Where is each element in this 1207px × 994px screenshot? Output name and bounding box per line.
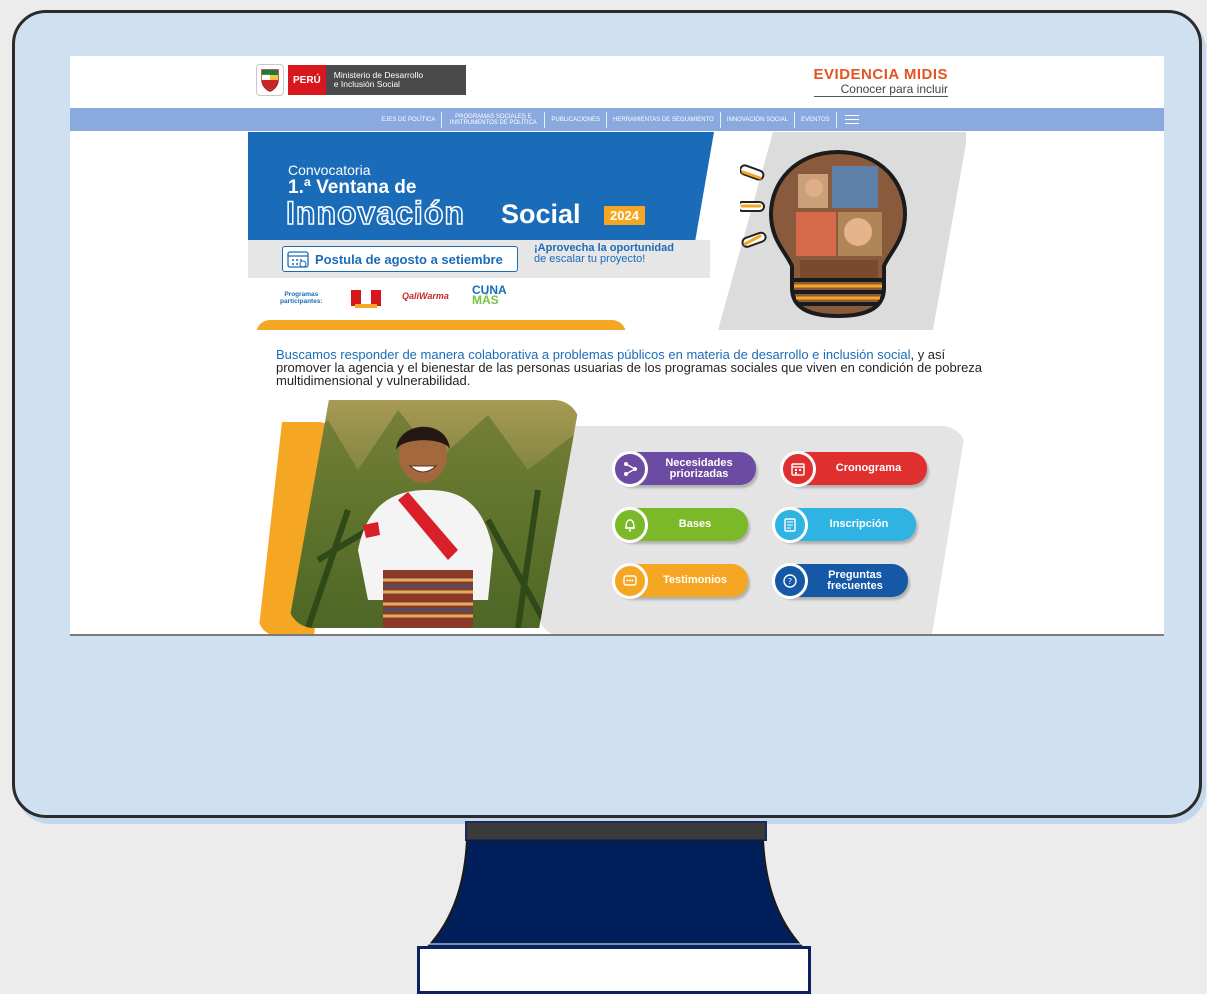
brand-title: EVIDENCIA MIDIS — [813, 66, 948, 83]
nav-item-programas[interactable]: PROGRAMAS SOCIALES E INSTRUMENTOS DE POL… — [442, 111, 546, 128]
programs-label-1: Programas — [284, 291, 319, 298]
calendar-icon — [780, 450, 816, 487]
girl-in-cornfield-photo — [288, 400, 580, 628]
banner-year-badge: 2024 — [604, 206, 645, 225]
necesidades-label: Necesidades priorizadas — [648, 457, 756, 480]
nav-item-publicaciones[interactable]: PUBLICACIONES — [545, 111, 608, 128]
banner-convocatoria: Convocatoria — [288, 162, 371, 178]
necesidades-line-2: priorizadas — [669, 467, 729, 480]
cunamas-logo: CUNA MÁS — [472, 284, 507, 307]
nav-item-herramientas[interactable]: HERRAMIENTAS DE SEGUIMIENTO — [607, 111, 721, 128]
cronograma-button[interactable]: Cronograma — [780, 450, 927, 487]
testimonios-button[interactable]: Testimonios — [612, 562, 748, 599]
nav-item-ejes[interactable]: EJES DE POLÍTICA — [375, 111, 443, 128]
nav-item-eventos[interactable]: EVENTOS — [795, 111, 837, 128]
bases-button[interactable]: Bases — [612, 506, 748, 543]
banner-social: Social — [501, 199, 581, 229]
ministry-name: Ministerio de Desarrollo e Inclusión Soc… — [325, 65, 466, 95]
brand-subtitle: Conocer para incluir — [813, 82, 948, 97]
share-nodes-icon — [612, 450, 648, 487]
juntos-logo — [351, 290, 381, 308]
hamburger-menu-icon[interactable] — [844, 112, 859, 127]
question-bubble-icon: ? — [772, 562, 808, 599]
lower-section: Necesidades priorizadas Cronograma Bases… — [248, 400, 988, 634]
site-header: PERÚ Ministerio de Desarrollo e Inclusió… — [70, 56, 1164, 108]
monitor-stand-base — [417, 946, 811, 994]
postula-box: Postula de agosto a setiembre — [282, 246, 518, 272]
preguntas-line-2: frecuentes — [827, 579, 883, 592]
programs-label: Programas participantes: — [280, 291, 323, 305]
banner-orange-tab — [256, 320, 626, 330]
preguntas-label: Preguntas frecuentes — [808, 569, 908, 592]
browser-screen: PERÚ Ministerio de Desarrollo e Inclusió… — [70, 56, 1164, 636]
necesidades-priorizadas-button[interactable]: Necesidades priorizadas — [612, 450, 756, 487]
banner-innovacion: Innovación — [285, 194, 465, 232]
chat-bubble-icon — [612, 562, 648, 599]
preguntas-frecuentes-button[interactable]: ? Preguntas frecuentes — [772, 562, 908, 599]
ministry-line-2: e Inclusión Social — [333, 79, 400, 89]
qaliwarma-logo: QaliWarma — [402, 291, 449, 301]
inscripcion-button[interactable]: Inscripción — [772, 506, 916, 543]
postula-text: Postula de agosto a setiembre — [315, 251, 503, 267]
aprovecha-rest: de escalar tu proyecto! — [534, 253, 646, 265]
intro-paragraph: Buscamos responder de manera colaborativ… — [276, 348, 996, 387]
bases-label: Bases — [678, 518, 712, 530]
monitor-stand-top — [465, 821, 767, 841]
inscripcion-label: Inscripción — [829, 518, 889, 530]
testimonios-label: Testimonios — [663, 574, 727, 586]
lightbulb-icon — [740, 149, 908, 318]
cronograma-label: Cronograma — [835, 462, 902, 474]
coat-of-arms-icon — [256, 64, 284, 96]
svg-text:?: ? — [788, 577, 792, 586]
mas-text: MÁS — [472, 293, 499, 307]
nav-item-innovacion[interactable]: INNOVACIÓN SOCIAL — [721, 111, 796, 128]
hero-banner[interactable]: Convocatoria 1.ª Ventana de Innovación S… — [248, 132, 966, 330]
document-icon — [772, 506, 808, 543]
government-logo[interactable]: PERÚ Ministerio de Desarrollo e Inclusió… — [256, 63, 466, 97]
monitor-stand-neck — [424, 840, 806, 949]
peru-label: PERÚ — [288, 65, 326, 95]
aprovecha-text: ¡Aprovecha la oportunidad de escalar tu … — [534, 243, 674, 265]
site-brand[interactable]: EVIDENCIA MIDIS Conocer para incluir — [813, 66, 948, 97]
calendar-icon — [287, 251, 309, 268]
programs-label-2: participantes: — [280, 298, 323, 305]
main-nav: EJES DE POLÍTICA PROGRAMAS SOCIALES E IN… — [70, 108, 1164, 131]
bell-icon — [612, 506, 648, 543]
